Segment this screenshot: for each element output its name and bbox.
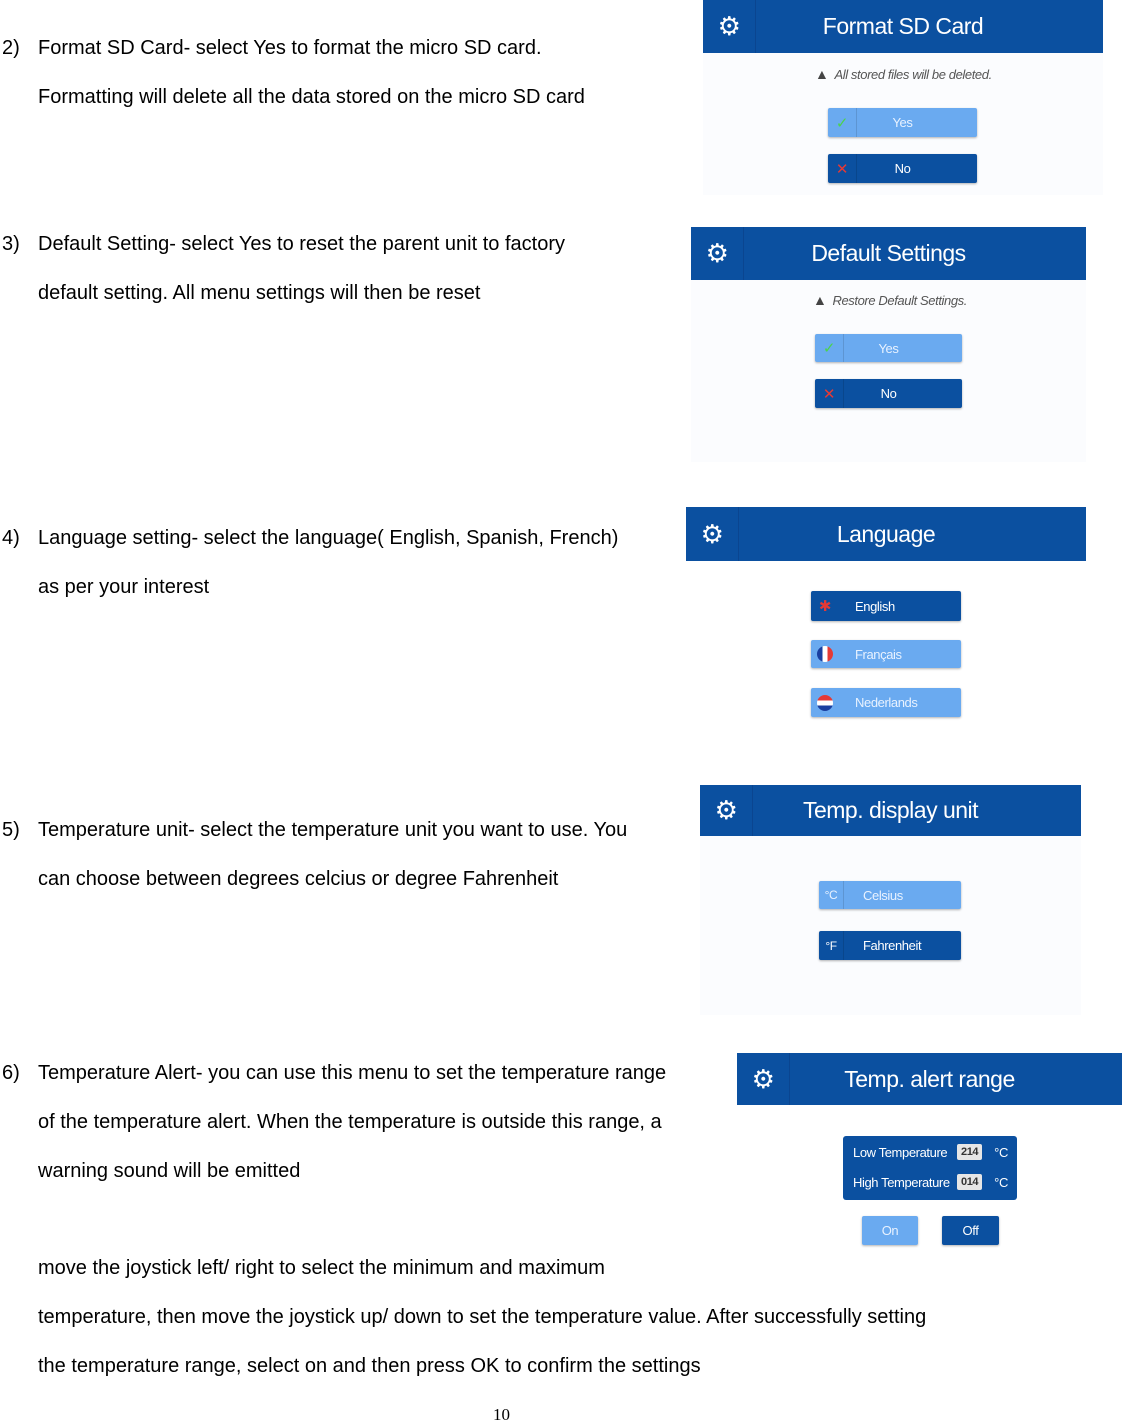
screen-title: Language — [836, 520, 936, 547]
yes-button[interactable]: ✓ Yes — [815, 334, 962, 362]
language-option-francais[interactable]: Français — [811, 640, 961, 668]
option-label: Fahrenheit — [863, 938, 922, 953]
unit-label: °C — [994, 1144, 1008, 1160]
text-line: warning sound will be emitted — [38, 1160, 301, 1182]
warning-message: ▲ All stored files will be deleted. — [815, 66, 992, 82]
gears-icon: ⚙ — [700, 785, 753, 836]
manual-page: 2) Format SD Card- select Yes to format … — [0, 0, 1122, 1422]
gears-icon: ⚙ — [686, 507, 739, 561]
warning-text: Restore Default Settings. — [832, 293, 967, 308]
screen-title: Format SD Card — [822, 13, 984, 39]
low-temperature-value[interactable]: 214 — [957, 1144, 983, 1160]
text-line: Temperature Alert- you can use this menu… — [38, 1062, 667, 1084]
format-sd-card-screen: ⚙ Format SD Card ▲ All stored files will b… — [703, 0, 1103, 195]
check-icon: ✓ — [815, 334, 844, 362]
screen-header: ⚙ Language — [686, 507, 1086, 561]
text-line: as per your interest — [38, 576, 210, 598]
no-button[interactable]: ✕ No — [828, 154, 977, 183]
screen-title: Temp. display unit — [802, 797, 979, 823]
high-temperature-value[interactable]: 014 — [957, 1174, 983, 1190]
x-icon: ✕ — [828, 154, 857, 183]
text-line: default setting. All menu settings will … — [38, 282, 481, 304]
language-option-english[interactable]: ✱ English — [811, 591, 961, 621]
warning-icon: ▲ — [813, 292, 827, 308]
item-number: 2) — [2, 37, 20, 59]
low-temperature-label: Low Temperature — [853, 1144, 948, 1160]
option-label: Celsius — [863, 887, 903, 903]
button-label: Yes — [878, 340, 899, 356]
text-line: the temperature range, select on and the… — [38, 1355, 701, 1377]
item-number: 5) — [2, 819, 20, 841]
screen-header: ⚙ Format SD Card — [703, 0, 1103, 53]
item-number: 4) — [2, 527, 20, 549]
off-button[interactable]: Off — [942, 1216, 999, 1245]
text-line: move the joystick left/ right to select … — [38, 1257, 605, 1279]
temp-alert-range-screen: ⚙ Temp. alert range Low Temperature 214 °C … — [737, 1053, 1122, 1253]
high-temperature-label: High Temperature — [853, 1174, 950, 1190]
page-number: 10 — [493, 1405, 510, 1422]
no-button[interactable]: ✕ No — [815, 379, 962, 408]
screen-title: Temp. alert range — [844, 1065, 1015, 1092]
language-option-nederlands[interactable]: Nederlands — [811, 688, 961, 717]
fahrenheit-unit: °F — [819, 931, 844, 960]
screen-header: ⚙ Temp. display unit — [700, 785, 1081, 836]
fahrenheit-option[interactable]: °F Fahrenheit — [819, 931, 961, 960]
button-label: On — [881, 1223, 899, 1238]
button-label: No — [894, 161, 911, 176]
button-label: Off — [962, 1223, 979, 1238]
low-temperature-row: Low Temperature 214 °C — [853, 1144, 1011, 1160]
celsius-option[interactable]: °C Celsius — [819, 881, 961, 909]
text-line: Default Setting- select Yes to reset the… — [38, 233, 565, 255]
screen-header: ⚙ Temp. alert range — [737, 1053, 1122, 1105]
option-label: English — [855, 598, 895, 614]
text-line: Format SD Card- select Yes to format the… — [38, 37, 542, 59]
screen-title: Default Settings — [811, 240, 966, 266]
button-label: No — [880, 386, 897, 401]
option-label: Nederlands — [855, 695, 918, 710]
on-button[interactable]: On — [862, 1216, 918, 1245]
text-line: can choose between degrees celcius or de… — [38, 868, 559, 890]
text-line: Language setting- select the language( E… — [38, 527, 619, 549]
temp-display-unit-screen: ⚙ Temp. display unit °C Celsius °F Fahrenhe… — [700, 785, 1081, 1015]
gears-icon: ⚙ — [691, 227, 744, 280]
item-number: 3) — [2, 233, 20, 255]
text-line: of the temperature alert. When the tempe… — [38, 1111, 662, 1133]
text-line: Temperature unit- select the temperature… — [38, 819, 628, 841]
france-flag-icon — [811, 640, 839, 668]
yes-button[interactable]: ✓ Yes — [828, 108, 977, 137]
text-line: Formatting will delete all the data stor… — [38, 86, 585, 108]
high-temperature-row: High Temperature 014 °C — [853, 1174, 1011, 1190]
text-line: temperature, then move the joystick up/ … — [38, 1306, 927, 1328]
gears-icon: ⚙ — [737, 1053, 790, 1105]
warning-text: All stored files will be deleted. — [834, 67, 992, 82]
language-screen: ⚙ Language ✱ English Français Nederlands — [686, 507, 1086, 732]
warning-icon: ▲ — [815, 66, 829, 82]
netherlands-flag-icon — [811, 688, 839, 717]
item-number: 6) — [2, 1062, 20, 1084]
warning-message: ▲ Restore Default Settings. — [813, 292, 967, 308]
button-label: Yes — [892, 115, 913, 130]
x-icon: ✕ — [815, 379, 844, 408]
option-label: Français — [855, 646, 902, 662]
unit-label: °C — [994, 1174, 1008, 1190]
default-settings-screen: ⚙ Default Settings ▲ Restore Default Setti… — [691, 227, 1086, 462]
screen-header: ⚙ Default Settings — [691, 227, 1086, 280]
celsius-unit: °C — [819, 881, 844, 909]
temperature-range-box: Low Temperature 214 °C High Temperature 014… — [843, 1136, 1017, 1200]
gears-icon: ⚙ — [703, 0, 756, 53]
uk-flag-icon: ✱ — [818, 598, 832, 615]
check-icon: ✓ — [828, 108, 857, 137]
